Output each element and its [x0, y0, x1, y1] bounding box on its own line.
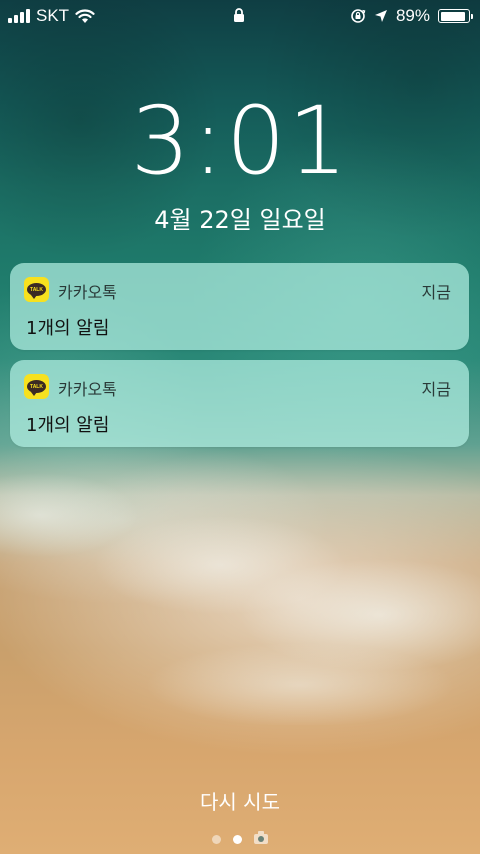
kakaotalk-bubble-icon: TALK — [27, 283, 46, 299]
notification-time: 지금 — [421, 283, 451, 302]
notification-app-name: 카카오톡 — [58, 283, 117, 302]
page-dot[interactable] — [212, 834, 221, 844]
lock-screen: SKT 89% 3:01 4월 22일 일요일 TALK 카카오톡 지금 1개의… — [0, 0, 480, 854]
notification-app-name: 카카오톡 — [58, 380, 117, 399]
notification-time: 지금 — [421, 380, 451, 399]
carrier-name: SKT — [36, 6, 70, 25]
status-bar-right: 89% — [350, 6, 473, 26]
status-bar-left: SKT — [8, 6, 95, 26]
battery-icon — [438, 9, 473, 23]
notification-card[interactable]: TALK 카카오톡 지금 1개의 알림 — [10, 360, 469, 447]
status-bar: SKT 89% — [0, 0, 480, 32]
page-indicator[interactable] — [0, 831, 480, 844]
rotation-lock-icon — [351, 9, 366, 23]
kakaotalk-bubble-icon: TALK — [27, 380, 46, 396]
notification-card[interactable]: TALK 카카오톡 지금 1개의 알림 — [10, 263, 469, 350]
wallpaper-foam — [0, 455, 480, 725]
signal-icon — [8, 9, 30, 23]
wifi-icon — [75, 8, 95, 23]
page-dot-active[interactable] — [233, 834, 242, 844]
lock-icon — [234, 8, 244, 22]
lock-screen-date: 4월 22일 일요일 — [154, 206, 326, 234]
battery-fill — [440, 11, 465, 21]
camera-icon[interactable] — [254, 831, 268, 844]
status-bar-center — [233, 8, 245, 28]
kakaotalk-app-icon: TALK — [24, 374, 49, 399]
kakaotalk-app-icon: TALK — [24, 277, 49, 302]
notification-body: 1개의 알림 — [26, 318, 110, 339]
retry-button[interactable]: 다시 시도 — [0, 786, 480, 815]
location-arrow-icon — [374, 10, 387, 22]
lock-screen-time: 3:01 — [130, 87, 350, 196]
battery-percent: 89% — [395, 6, 430, 25]
notification-body: 1개의 알림 — [26, 415, 110, 436]
